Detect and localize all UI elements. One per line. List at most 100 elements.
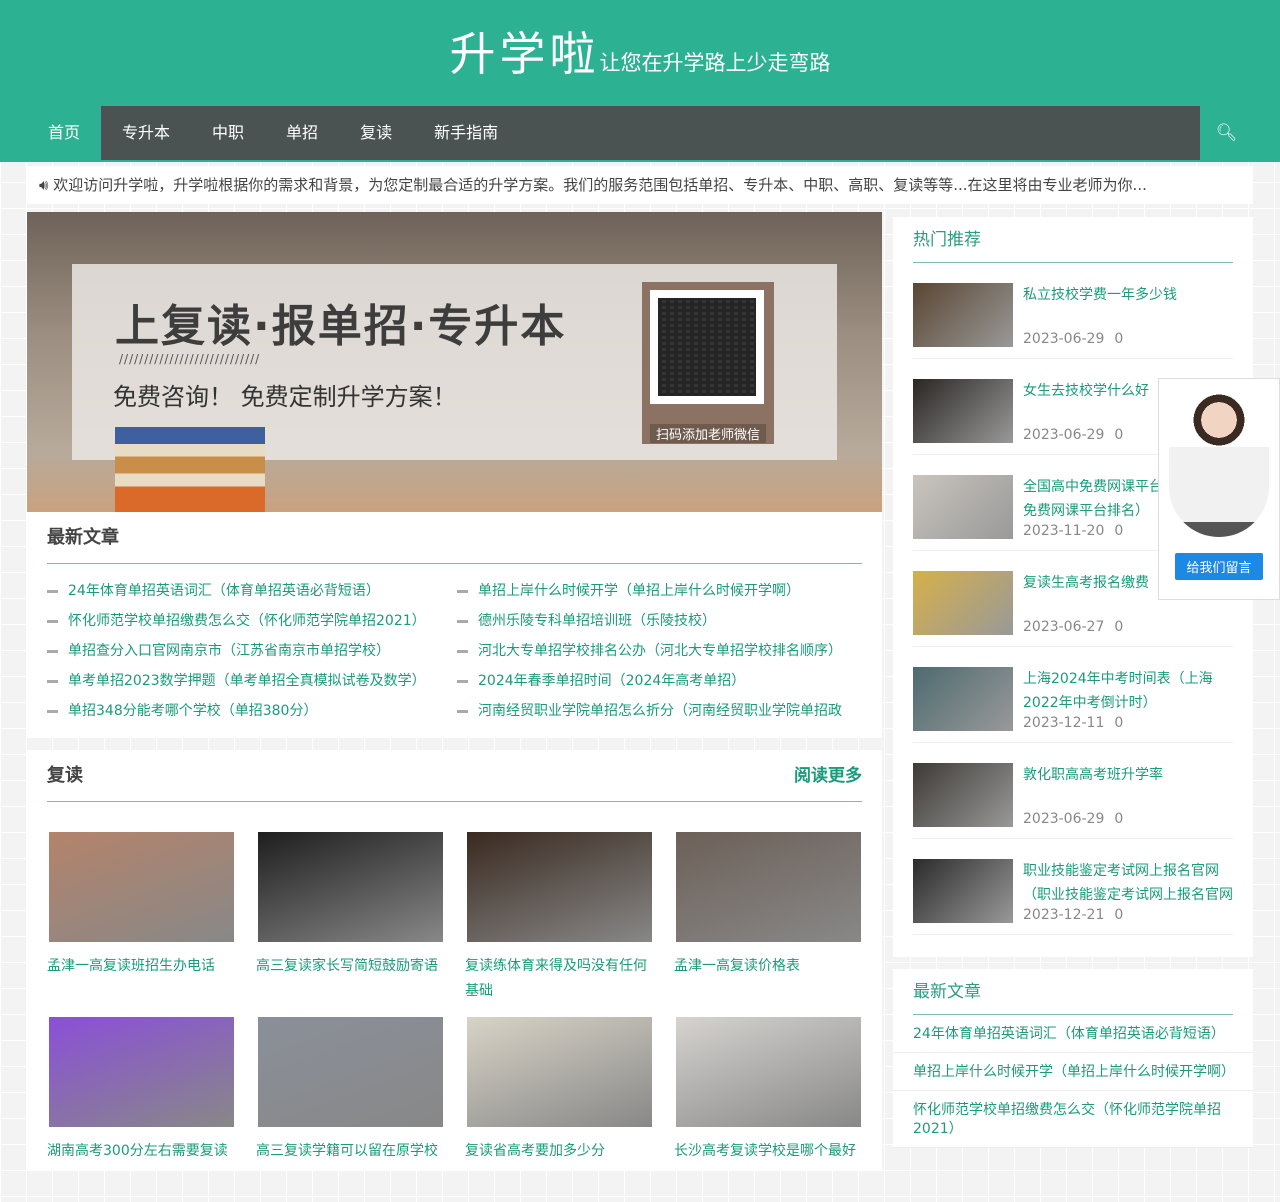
article-link[interactable]: 单考单招2023数学押题（单考单招全真模拟试卷及数学） [68, 673, 426, 689]
hot-item: 私立技校学费一年多少钱 2023-06-29 0 [913, 263, 1233, 359]
nav-zhuanshengben[interactable]: 专升本 [101, 106, 191, 160]
nav-zhongzhi[interactable]: 中职 [191, 106, 265, 160]
agent-photo [1169, 387, 1269, 537]
qr-code: 扫码添加老师微信 [642, 282, 774, 444]
article-date: 2023-11-20 [1023, 523, 1105, 539]
article-meta: 2023-06-27 0 [1023, 619, 1149, 635]
fudu-section: 复读 阅读更多 孟津一高复读班招生办电话 高三复读家长写简短鼓励寄语 复读练体育来得及… [27, 750, 882, 1170]
article-date: 2023-06-27 [1023, 619, 1105, 635]
banner-headline: 上复读·报单招·专升本 [115, 301, 567, 352]
view-count: 0 [1114, 331, 1124, 347]
speaker-icon: 🔊︎ [39, 176, 49, 194]
article-card: 复读练体育来得及吗没有任何基础 [465, 832, 652, 1017]
article-date: 2023-06-29 [1023, 811, 1105, 827]
banner[interactable]: 上复读·报单招·专升本 ////////////////////////////… [27, 212, 882, 512]
article-thumbnail[interactable] [258, 1017, 443, 1127]
article-card: 复读省高考要加多少分 [465, 1017, 652, 1202]
nav-home[interactable]: 首页 [27, 106, 102, 160]
banner-decoration: //////////////////////////// [119, 352, 261, 366]
list-item: 河南经贸职业学院单招怎么折分（河南经贸职业学院单招政 [457, 696, 857, 726]
article-link[interactable]: 湖南高考300分左右需要复读 [47, 1139, 232, 1164]
view-count: 0 [1114, 523, 1124, 539]
article-thumbnail[interactable] [913, 859, 1013, 923]
article-meta: 2023-12-21 0 [1023, 907, 1233, 923]
article-thumbnail[interactable] [913, 379, 1013, 443]
article-meta: 2023-06-29 0 [1023, 427, 1149, 443]
article-link[interactable]: 2024年春季单招时间（2024年高考单招） [478, 673, 745, 689]
view-count: 0 [1114, 619, 1124, 635]
list-item: 单考单招2023数学押题（单考单招全真模拟试卷及数学） [47, 666, 457, 696]
hot-item: 敦化职高高考班升学率 2023-06-29 0 [913, 743, 1233, 839]
nav-guide[interactable]: 新手指南 [413, 106, 519, 160]
article-link[interactable]: 孟津一高复读价格表 [674, 954, 859, 979]
article-meta: 2023-12-11 0 [1023, 715, 1233, 731]
list-item: 单招查分入口官网南京市（江苏省南京市单招学校） [47, 636, 457, 666]
article-date: 2023-12-11 [1023, 715, 1105, 731]
leave-message-button[interactable]: 给我们留言 [1175, 553, 1263, 580]
article-thumbnail[interactable] [467, 1017, 652, 1127]
article-link[interactable]: 孟津一高复读班招生办电话 [47, 954, 232, 979]
view-count: 0 [1114, 715, 1124, 731]
list-item: 单招348分能考哪个学校（单招380分） [47, 696, 457, 726]
article-link[interactable]: 高三复读学籍可以留在原学校 [256, 1139, 441, 1164]
article-meta: 2023-06-29 0 [1023, 331, 1177, 347]
article-thumbnail[interactable] [913, 571, 1013, 635]
view-count: 0 [1114, 907, 1124, 923]
section-title: 最新文章 [47, 527, 119, 548]
article-link[interactable]: 德州乐陵专科单招培训班（乐陵技校） [478, 613, 716, 629]
article-link[interactable]: 24年体育单招英语词汇（体育单招英语必背短语） [68, 583, 380, 599]
hot-item: 上海2024年中考时间表（上海2022年中考倒计时） 2023-12-11 0 [913, 647, 1233, 743]
article-link[interactable]: 复读练体育来得及吗没有任何基础 [465, 954, 650, 1004]
article-thumbnail[interactable] [913, 763, 1013, 827]
article-date: 2023-12-21 [1023, 907, 1105, 923]
hot-title: 热门推荐 [913, 217, 1233, 263]
article-thumbnail[interactable] [676, 832, 861, 942]
article-link[interactable]: 怀化师范学校单招缴费怎么交（怀化师范学院单招2021） [68, 613, 426, 629]
article-link[interactable]: 复读省高考要加多少分 [465, 1139, 650, 1164]
article-link[interactable]: 河北大专单招学校排名公办（河北大专单招学校排名顺序） [478, 643, 842, 659]
article-link[interactable]: 高三复读家长写简短鼓励寄语 [256, 954, 441, 979]
sidebar-latest-title: 最新文章 [913, 969, 1233, 1015]
article-link[interactable]: 河南经贸职业学院单招怎么折分（河南经贸职业学院单招政 [478, 703, 842, 719]
article-link[interactable]: 怀化师范学校单招缴费怎么交（怀化师范学院单招2021） [893, 1091, 1253, 1148]
article-thumbnail[interactable] [467, 832, 652, 942]
read-more-link[interactable]: 阅读更多 [794, 750, 862, 801]
section-title: 复读 [47, 765, 83, 786]
banner-subtitle: 免费咨询！ 免费定制升学方案！ [113, 383, 457, 411]
search-button[interactable]: 🔍︎ [1200, 106, 1253, 160]
article-meta: 2023-06-29 0 [1023, 811, 1163, 827]
article-thumbnail[interactable] [258, 832, 443, 942]
article-link[interactable]: 上海2024年中考时间表（上海2022年中考倒计时） [1023, 667, 1233, 715]
article-link[interactable]: 24年体育单招英语词汇（体育单招英语必背短语） [893, 1015, 1253, 1053]
article-link[interactable]: 职业技能鉴定考试网上报名官网（职业技能鉴定考试网上报名官网 [1023, 859, 1233, 907]
logo[interactable]: 升学啦 [450, 18, 600, 84]
article-thumbnail[interactable] [913, 283, 1013, 347]
qr-caption: 扫码添加老师微信 [650, 424, 766, 443]
article-link[interactable]: 单招348分能考哪个学校（单招380分） [68, 703, 317, 719]
article-link[interactable]: 女生去技校学什么好 [1023, 379, 1149, 403]
nav-danzhao[interactable]: 单招 [265, 106, 339, 160]
article-thumbnail[interactable] [49, 1017, 234, 1127]
slogan: 让您在升学路上少走弯路 [599, 51, 831, 75]
article-link[interactable]: 单招上岸什么时候开学（单招上岸什么时候开学啊） [478, 583, 800, 599]
list-item: 德州乐陵专科单招培训班（乐陵技校） [457, 606, 857, 636]
nav-fudu[interactable]: 复读 [339, 106, 413, 160]
article-thumbnail[interactable] [913, 475, 1013, 539]
article-link[interactable]: 单招上岸什么时候开学（单招上岸什么时候开学啊） [893, 1053, 1253, 1091]
article-card: 孟津一高复读班招生办电话 [47, 832, 234, 1017]
customer-service-widget: 给我们留言 [1158, 378, 1280, 600]
search-icon: 🔍︎ [1215, 123, 1238, 143]
books-image [115, 427, 265, 512]
article-link[interactable]: 单招查分入口官网南京市（江苏省南京市单招学校） [68, 643, 390, 659]
article-card: 湖南高考300分左右需要复读 [47, 1017, 234, 1202]
article-thumbnail[interactable] [49, 832, 234, 942]
main-nav: 首页 专升本 中职 单招 复读 新手指南 🔍︎ [27, 106, 1253, 160]
article-thumbnail[interactable] [913, 667, 1013, 731]
list-item: 2024年春季单招时间（2024年高考单招） [457, 666, 857, 696]
article-link[interactable]: 复读生高考报名缴费 [1023, 571, 1149, 595]
article-thumbnail[interactable] [676, 1017, 861, 1127]
view-count: 0 [1114, 811, 1124, 827]
article-link[interactable]: 私立技校学费一年多少钱 [1023, 283, 1177, 307]
article-link[interactable]: 敦化职高高考班升学率 [1023, 763, 1163, 787]
article-link[interactable]: 长沙高考复读学校是哪个最好 [674, 1139, 859, 1164]
